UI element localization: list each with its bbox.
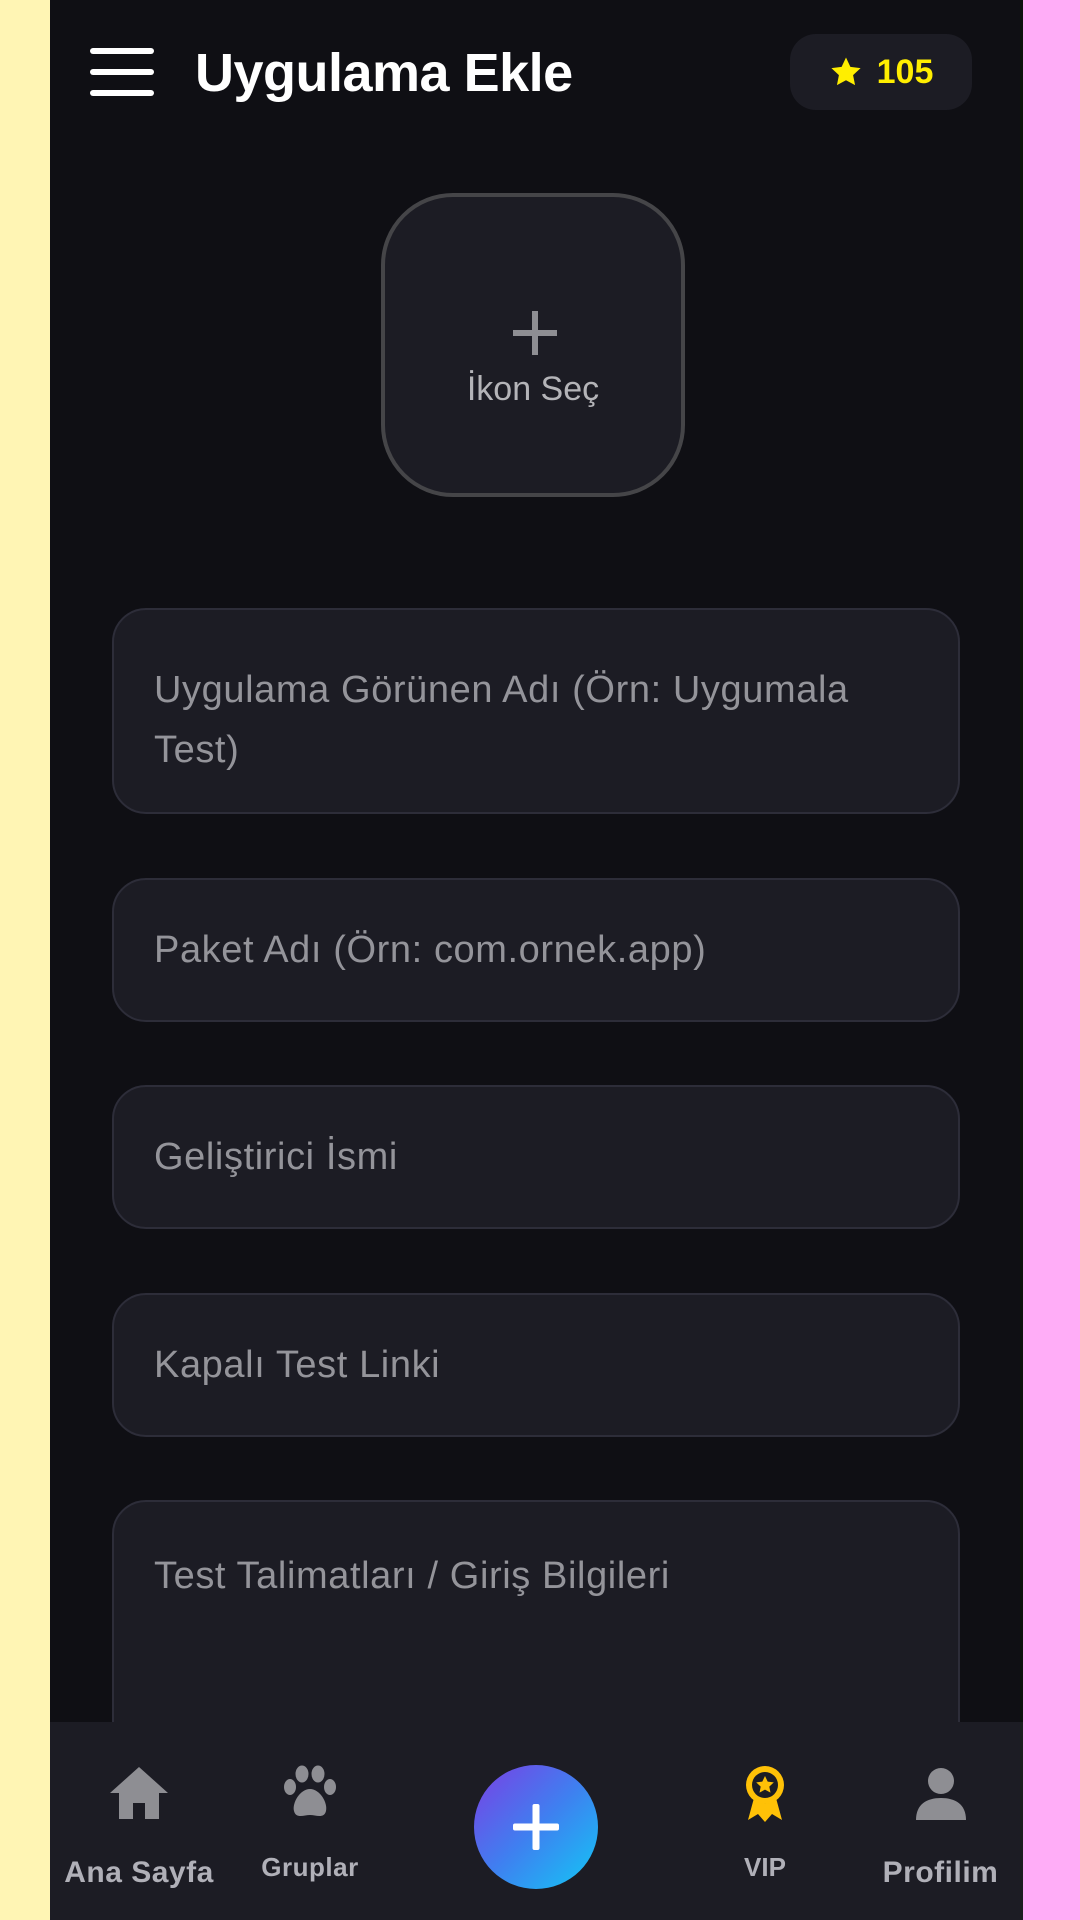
developer-name-placeholder: Geliştirici İsmi xyxy=(154,1136,398,1178)
plus-icon xyxy=(513,311,557,355)
nav-label-profile: Profilim xyxy=(882,1856,999,1889)
home-icon xyxy=(110,1767,168,1819)
add-app-button[interactable] xyxy=(474,1765,598,1889)
closed-test-link-field[interactable]: Kapalı Test Linki xyxy=(112,1293,960,1437)
bottom-navigation: Ana Sayfa Gruplar VIP Profilim xyxy=(50,1722,1023,1920)
package-name-placeholder: Paket Adı (Örn: com.ornek.app) xyxy=(154,929,707,971)
points-badge[interactable]: 105 xyxy=(790,34,972,110)
nav-item-groups[interactable]: Gruplar xyxy=(230,1722,390,1920)
nav-item-vip[interactable]: VIP xyxy=(690,1722,840,1920)
app-screen: Uygulama Ekle 105 İkon Seç Uygulama Görü… xyxy=(50,0,1023,1920)
person-icon xyxy=(915,1768,966,1820)
app-name-field[interactable]: Uygulama Görünen Adı (Örn: Uygumala Test… xyxy=(112,608,960,814)
package-name-field[interactable]: Paket Adı (Örn: com.ornek.app) xyxy=(112,878,960,1022)
star-icon xyxy=(831,57,861,86)
app-name-placeholder: Uygulama Görünen Adı (Örn: Uygumala Test… xyxy=(154,669,849,771)
paw-icon xyxy=(284,1765,336,1816)
page-title: Uygulama Ekle xyxy=(195,43,573,103)
nav-label-vip: VIP xyxy=(744,1852,786,1882)
hamburger-menu-icon[interactable] xyxy=(90,48,154,96)
nav-label-groups: Gruplar xyxy=(261,1852,359,1882)
nav-item-profile[interactable]: Profilim xyxy=(858,1722,1023,1920)
developer-name-field[interactable]: Geliştirici İsmi xyxy=(112,1085,960,1229)
icon-picker-button[interactable]: İkon Seç xyxy=(381,193,685,497)
icon-picker-label: İkon Seç xyxy=(466,370,600,408)
award-badge-icon xyxy=(746,1766,784,1822)
points-value: 105 xyxy=(876,52,934,91)
left-edge-strip xyxy=(0,0,50,1920)
nav-label-home: Ana Sayfa xyxy=(64,1856,214,1889)
plus-icon xyxy=(513,1804,559,1850)
closed-test-link-placeholder: Kapalı Test Linki xyxy=(154,1344,441,1386)
nav-item-home[interactable]: Ana Sayfa xyxy=(50,1722,228,1920)
right-edge-strip xyxy=(1023,0,1080,1920)
test-instructions-placeholder: Test Talimatları / Giriş Bilgileri xyxy=(154,1555,670,1597)
